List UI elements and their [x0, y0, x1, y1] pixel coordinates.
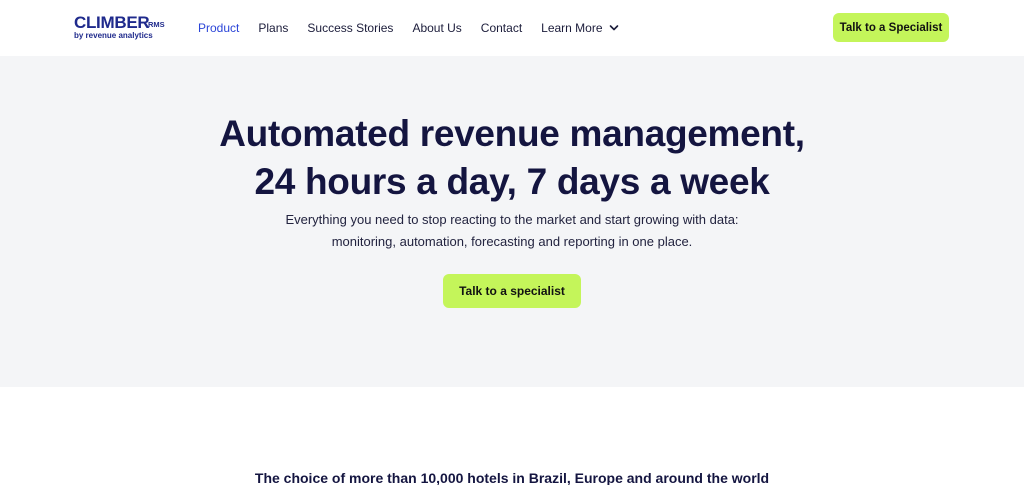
- hero-title: Automated revenue management, 24 hours a…: [0, 110, 1024, 206]
- chevron-down-icon: [609, 25, 618, 31]
- hero-talk-to-specialist-button[interactable]: Talk to a specialist: [443, 274, 581, 308]
- trust-heading: The choice of more than 10,000 hotels in…: [254, 470, 770, 485]
- nav-item-contact[interactable]: Contact: [481, 21, 522, 35]
- talk-to-specialist-button[interactable]: Talk to a Specialist: [833, 13, 949, 42]
- hero-subtitle-line-1: Everything you need to stop reacting to …: [285, 212, 739, 227]
- hero-title-line-2: 24 hours a day, 7 days a week: [254, 161, 770, 202]
- nav-item-learn-more-label: Learn More: [541, 21, 603, 35]
- logo-wordmark: CLIMBER: [74, 13, 150, 32]
- logo-tagline: by revenue analytics: [74, 31, 153, 40]
- nav-item-product[interactable]: Product: [198, 21, 239, 35]
- top-navbar: CLIMBER RMS by revenue analytics Product…: [0, 0, 1024, 56]
- hero-subtitle-line-2: monitoring, automation, forecasting and …: [331, 234, 693, 249]
- hero-section: Automated revenue management, 24 hours a…: [0, 56, 1024, 387]
- nav-item-plans[interactable]: Plans: [258, 21, 288, 35]
- hero-title-line-1: Automated revenue management,: [219, 113, 805, 154]
- main-nav: Product Plans Success Stories About Us C…: [198, 19, 638, 37]
- hero-subtitle: Everything you need to stop reacting to …: [0, 209, 1024, 253]
- nav-item-about-us[interactable]: About Us: [412, 21, 461, 35]
- nav-item-learn-more[interactable]: Learn More: [541, 21, 618, 35]
- logo-suffix: RMS: [148, 20, 165, 29]
- nav-item-success-stories[interactable]: Success Stories: [307, 21, 393, 35]
- climber-logo[interactable]: CLIMBER RMS by revenue analytics: [74, 14, 166, 42]
